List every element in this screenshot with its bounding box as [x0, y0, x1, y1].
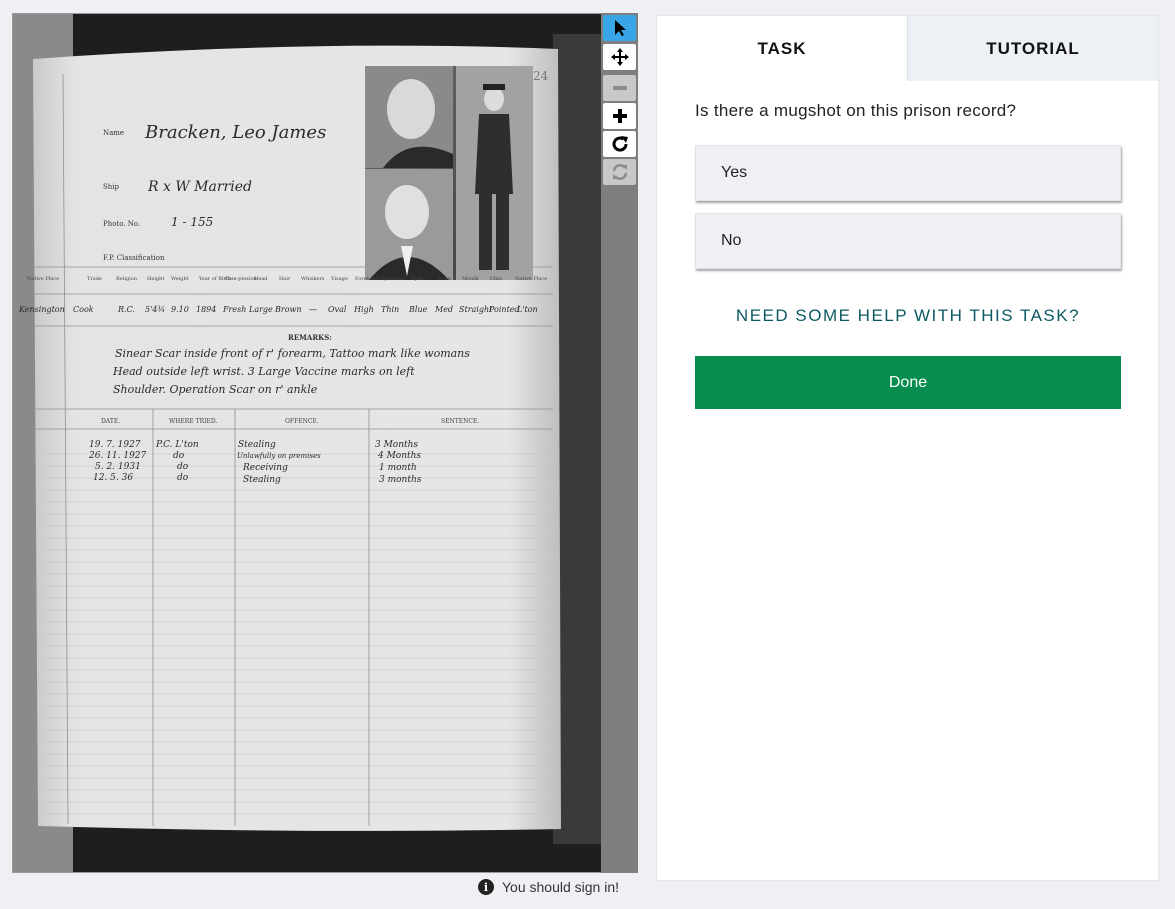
- svg-text:Blue: Blue: [408, 305, 428, 314]
- record-ship-value: R x W Married: [147, 179, 252, 195]
- answer-no-button[interactable]: No: [695, 213, 1121, 269]
- record-name-label: Name: [103, 129, 124, 137]
- plus-icon: [612, 109, 627, 123]
- subject-viewer[interactable]: Name Ship Photo. No. F.P. Classification…: [12, 13, 602, 873]
- move-arrows-icon: [610, 48, 629, 66]
- svg-text:L'ton: L'ton: [516, 305, 538, 314]
- svg-text:do: do: [177, 462, 189, 472]
- svg-text:Mouth: Mouth: [462, 276, 479, 282]
- record-photo-label: Photo. No.: [103, 220, 140, 228]
- svg-text:Hair: Hair: [279, 276, 291, 282]
- svg-text:Visage: Visage: [330, 276, 348, 282]
- record-fp-label: F.P. Classification: [103, 254, 165, 262]
- svg-text:Kensington: Kensington: [18, 305, 65, 314]
- svg-text:Head outside left wrist. 3 Lar: Head outside left wrist. 3 Large Vaccine…: [112, 365, 415, 378]
- svg-text:Pointed: Pointed: [488, 305, 520, 314]
- svg-text:1 month: 1 month: [379, 463, 417, 473]
- svg-text:Unlawfully on premises: Unlawfully on premises: [237, 452, 321, 460]
- svg-text:Stealing: Stealing: [238, 440, 276, 450]
- svg-text:OFFENCE.: OFFENCE.: [285, 418, 319, 425]
- rotate-tool-button[interactable]: [603, 131, 636, 157]
- record-ship-label: Ship: [103, 183, 120, 191]
- task-panel: TASK TUTORIAL Is there a mugshot on this…: [656, 15, 1159, 881]
- svg-text:Sinear Scar inside front of r': Sinear Scar inside front of r' forearm, …: [115, 347, 470, 360]
- svg-text:Straight: Straight: [459, 305, 493, 314]
- panel-tabs: TASK TUTORIAL: [657, 16, 1158, 81]
- svg-text:Native Place: Native Place: [27, 276, 59, 282]
- svg-text:Height: Height: [147, 276, 164, 282]
- minus-icon: [612, 86, 627, 90]
- tab-tutorial[interactable]: TUTORIAL: [907, 16, 1158, 81]
- info-icon: i: [478, 879, 494, 895]
- tab-task[interactable]: TASK: [657, 16, 907, 81]
- svg-text:19. 7. 1927: 19. 7. 1927: [89, 440, 141, 450]
- reset-tool-button[interactable]: [603, 159, 636, 185]
- task-question: Is there a mugshot on this prison record…: [695, 101, 1017, 120]
- svg-text:SENTENCE.: SENTENCE.: [441, 418, 479, 425]
- svg-text:Shoulder. Operation Scar on r': Shoulder. Operation Scar on r' ankle: [113, 383, 318, 396]
- svg-text:Large: Large: [248, 305, 273, 314]
- svg-text:High: High: [353, 305, 374, 314]
- svg-text:WHERE TRIED.: WHERE TRIED.: [169, 418, 217, 425]
- mugshot-photos: [365, 66, 533, 280]
- svg-text:Head: Head: [254, 276, 268, 282]
- svg-text:R.C.: R.C.: [117, 305, 135, 314]
- arrow-cursor-icon: [614, 20, 626, 36]
- svg-text:Brown: Brown: [274, 305, 302, 314]
- svg-text:Native Place: Native Place: [515, 276, 547, 282]
- svg-text:9.10: 9.10: [171, 305, 189, 314]
- svg-text:Religion: Religion: [116, 276, 138, 282]
- svg-text:5. 2. 1931: 5. 2. 1931: [95, 462, 141, 472]
- help-link[interactable]: NEED SOME HELP WITH THIS TASK?: [695, 306, 1121, 326]
- svg-text:Thin: Thin: [381, 305, 399, 314]
- record-remarks-label: REMARKS:: [288, 333, 332, 342]
- svg-text:12. 5. 36: 12. 5. 36: [93, 473, 133, 483]
- svg-text:Forehead: Forehead: [355, 276, 380, 282]
- svg-text:5'4¾: 5'4¾: [145, 305, 165, 314]
- answer-label: No: [721, 232, 742, 249]
- done-button[interactable]: Done: [695, 356, 1121, 409]
- svg-text:Fresh: Fresh: [222, 305, 246, 314]
- svg-text:Cook: Cook: [73, 305, 94, 314]
- svg-text:Trade: Trade: [87, 276, 102, 282]
- svg-text:do: do: [177, 473, 189, 483]
- svg-text:Oval: Oval: [328, 305, 347, 314]
- svg-text:1894: 1894: [196, 305, 216, 314]
- svg-text:Stealing: Stealing: [243, 475, 281, 485]
- svg-text:4 Months: 4 Months: [377, 451, 421, 461]
- svg-text:Chin: Chin: [490, 276, 503, 282]
- signin-notice: i You should sign in!: [478, 876, 619, 898]
- prison-record-image: Name Ship Photo. No. F.P. Classification…: [13, 14, 601, 872]
- svg-text:Med: Med: [434, 305, 453, 314]
- answer-yes-button[interactable]: Yes: [695, 145, 1121, 201]
- answer-label: Yes: [721, 164, 748, 181]
- zoom-out-tool-button[interactable]: [603, 75, 636, 101]
- record-name-value: Bracken, Leo James: [144, 122, 326, 143]
- svg-text:3 months: 3 months: [379, 475, 422, 485]
- svg-text:P.C. L'ton: P.C. L'ton: [155, 440, 199, 450]
- svg-text:—: —: [309, 305, 317, 314]
- svg-text:do: do: [173, 451, 185, 461]
- record-page-number: 24: [533, 69, 549, 83]
- signin-text: You should sign in!: [502, 879, 620, 895]
- svg-text:Nose: Nose: [438, 276, 451, 282]
- svg-text:Eyebrows: Eyebrows: [381, 276, 406, 282]
- pointer-tool-button[interactable]: [603, 15, 636, 41]
- pan-tool-button[interactable]: [603, 44, 636, 70]
- rotate-icon: [612, 136, 628, 152]
- svg-text:26. 11. 1927: 26. 11. 1927: [88, 451, 147, 461]
- viewer-toolbar: [601, 13, 638, 873]
- svg-text:Eyes: Eyes: [411, 276, 423, 282]
- svg-text:Whiskers: Whiskers: [301, 276, 325, 282]
- zoom-in-tool-button[interactable]: [603, 103, 636, 129]
- svg-text:DATE.: DATE.: [101, 418, 120, 425]
- svg-text:3 Months: 3 Months: [375, 440, 418, 450]
- record-photo-value: 1 - 155: [171, 215, 213, 229]
- svg-text:Weight: Weight: [171, 276, 189, 282]
- svg-text:Receiving: Receiving: [242, 463, 288, 473]
- svg-text:Com-plexion: Com-plexion: [225, 276, 257, 282]
- refresh-icon: [612, 164, 627, 180]
